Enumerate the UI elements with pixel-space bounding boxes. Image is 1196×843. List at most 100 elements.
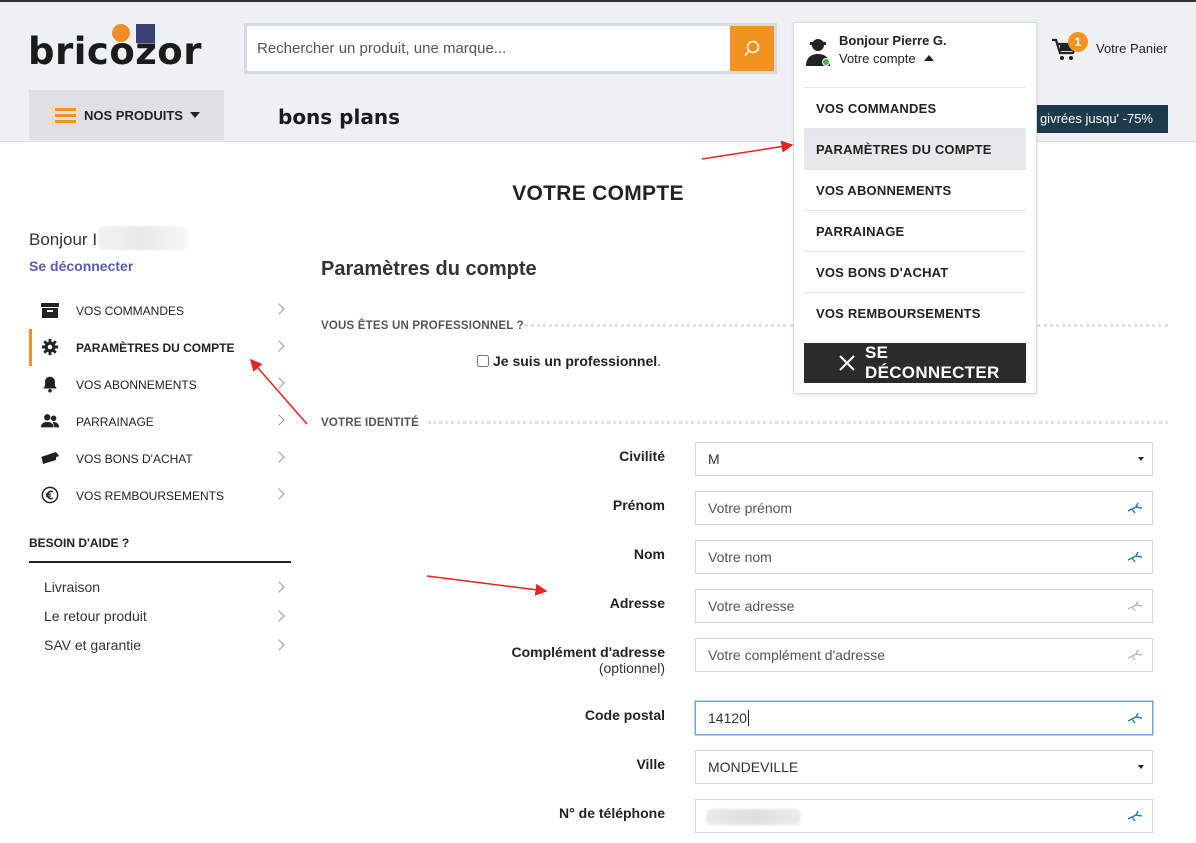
cart-label[interactable]: Votre Panier	[1096, 41, 1168, 56]
autofill-key-icon[interactable]	[1127, 711, 1143, 725]
prenom-row: Prénom Votre prénom	[321, 491, 1153, 527]
account-menu-subscriptions[interactable]: VOS ABONNEMENTS	[804, 169, 1026, 210]
euro-icon	[41, 486, 59, 504]
autofill-key-icon[interactable]	[1127, 501, 1143, 515]
adresse-row: Adresse Votre adresse	[321, 589, 1153, 625]
chevron-right-icon	[273, 414, 285, 426]
promo-banner[interactable]: givrées jusqu' -75%	[1037, 105, 1168, 133]
search-input[interactable]	[257, 26, 727, 71]
account-toggle[interactable]: Bonjour Pierre G. Votre compte	[804, 33, 1024, 83]
chevron-right-icon	[273, 581, 285, 593]
annotation-arrow-dropdown	[701, 140, 794, 160]
help-item-returns[interactable]: Le retour produit	[29, 602, 291, 631]
account-menu-vouchers[interactable]: VOS BONS D'ACHAT	[804, 251, 1026, 292]
archive-icon	[41, 303, 59, 318]
autofill-key-icon[interactable]	[1127, 648, 1143, 662]
caret-down-icon	[1138, 765, 1144, 769]
search-button[interactable]	[730, 26, 774, 71]
help-heading: BESOIN D'AIDE ?	[29, 536, 291, 563]
logout-button[interactable]: SE DÉCONNECTER	[804, 343, 1026, 383]
autofill-key-icon[interactable]	[1127, 599, 1143, 613]
ville-select[interactable]: MONDEVILLE	[695, 750, 1153, 784]
sidebar-item-label: VOS COMMANDES	[76, 304, 185, 318]
nom-input[interactable]: Votre nom	[695, 540, 1153, 574]
sidebar-item-settings[interactable]: PARAMÈTRES DU COMPTE	[29, 329, 291, 366]
nom-row: Nom Votre nom	[321, 540, 1153, 576]
civilite-row: Civilité M	[321, 442, 1153, 478]
prenom-input[interactable]: Votre prénom	[695, 491, 1153, 525]
bons-plans-link[interactable]: bons plans	[278, 105, 400, 129]
professional-checkbox-suffix: .	[657, 353, 662, 369]
account-menu-referral[interactable]: PARRAINAGE	[804, 210, 1026, 251]
telephone-label: N° de téléphone	[559, 805, 665, 821]
civilite-value: M	[708, 451, 720, 467]
chevron-right-icon	[273, 377, 285, 389]
sidebar-item-refunds[interactable]: VOS REMBOURSEMENTS	[29, 477, 291, 514]
close-icon	[839, 355, 855, 371]
telephone-input[interactable]	[695, 799, 1153, 833]
redacted-name	[98, 226, 188, 250]
sidebar-item-label: VOS REMBOURSEMENTS	[76, 489, 225, 503]
autofill-key-icon[interactable]	[1127, 809, 1143, 823]
prenom-placeholder: Votre prénom	[708, 500, 793, 516]
logout-button-label: SE DÉCONNECTER	[865, 343, 1000, 382]
complement-input[interactable]: Votre complément d'adresse	[695, 638, 1153, 672]
nom-label: Nom	[633, 546, 665, 562]
adresse-placeholder: Votre adresse	[708, 598, 795, 614]
ticket-icon	[41, 452, 59, 464]
code-postal-value: 14120	[708, 710, 747, 726]
ville-row: Ville MONDEVILLE	[321, 750, 1153, 786]
search-bar	[244, 23, 777, 74]
chevron-right-icon	[273, 639, 285, 651]
account-menu-orders[interactable]: VOS COMMANDES	[804, 87, 1026, 128]
professional-checkbox-label: Je suis un professionnel	[493, 353, 658, 369]
account-menu-refunds[interactable]: VOS REMBOURSEMENTS	[804, 292, 1026, 333]
sidebar-item-label: PARAMÈTRES DU COMPTE	[76, 341, 235, 355]
complement-label: Complément d'adresse (optionnel)	[511, 644, 666, 676]
prenom-label: Prénom	[612, 497, 665, 513]
nom-placeholder: Votre nom	[708, 549, 772, 565]
hamburger-icon	[55, 108, 76, 123]
telephone-row: N° de téléphone	[321, 799, 1153, 835]
products-menu-button[interactable]: NOS PRODUITS	[29, 90, 224, 140]
pro-heading-divider	[524, 324, 794, 327]
caret-up-icon	[923, 55, 934, 61]
help-item-delivery[interactable]: Livraison	[29, 573, 291, 602]
account-menu-settings[interactable]: PARAMÈTRES DU COMPTE	[804, 128, 1026, 169]
account-sidebar: VOS COMMANDES PARAMÈTRES DU COMPTE VOS A…	[29, 292, 291, 514]
help-item-warranty[interactable]: SAV et garantie	[29, 631, 291, 660]
users-icon	[40, 414, 60, 428]
complement-placeholder: Votre complément d'adresse	[708, 647, 885, 663]
code-postal-input[interactable]: 14120	[695, 701, 1153, 735]
sidebar-item-vouchers[interactable]: VOS BONS D'ACHAT	[29, 440, 291, 477]
civilite-select[interactable]: M	[695, 442, 1153, 476]
ville-value: MONDEVILLE	[708, 759, 799, 775]
search-icon	[744, 40, 760, 56]
adresse-label: Adresse	[609, 595, 665, 611]
logout-link[interactable]: Se déconnecter	[29, 258, 133, 274]
complement-optional-note: (optionnel)	[598, 660, 665, 676]
code-postal-label: Code postal	[584, 707, 665, 723]
identity-heading-divider	[428, 421, 1168, 424]
sidebar-item-referral[interactable]: PARRAINAGE	[29, 403, 291, 440]
caret-down-icon	[190, 112, 200, 118]
sidebar-item-subscriptions[interactable]: VOS ABONNEMENTS	[29, 366, 291, 403]
redacted-phone	[706, 809, 801, 825]
professional-checkbox[interactable]	[477, 355, 489, 367]
identity-heading: VOTRE IDENTITÉ	[321, 417, 420, 429]
logo-navy-square	[136, 24, 155, 43]
professional-checkbox-row[interactable]: Je suis un professionnel.	[477, 353, 661, 369]
logo-orange-dot	[112, 24, 130, 42]
account-greeting: Bonjour Pierre G.	[839, 33, 947, 48]
pro-heading: VOUS ÊTES UN PROFESSIONNEL ?	[321, 320, 524, 332]
account-label: Votre compte	[839, 51, 934, 66]
pro-heading-divider-right	[1037, 324, 1168, 327]
cart-count-badge: 1	[1068, 32, 1088, 52]
sidebar-item-label: VOS BONS D'ACHAT	[76, 452, 193, 466]
autofill-key-icon[interactable]	[1127, 550, 1143, 564]
sidebar-item-orders[interactable]: VOS COMMANDES	[29, 292, 291, 329]
code-postal-row: Code postal 14120	[321, 701, 1153, 737]
chevron-right-icon	[273, 303, 285, 315]
text-cursor	[747, 710, 749, 726]
adresse-input[interactable]: Votre adresse	[695, 589, 1153, 623]
